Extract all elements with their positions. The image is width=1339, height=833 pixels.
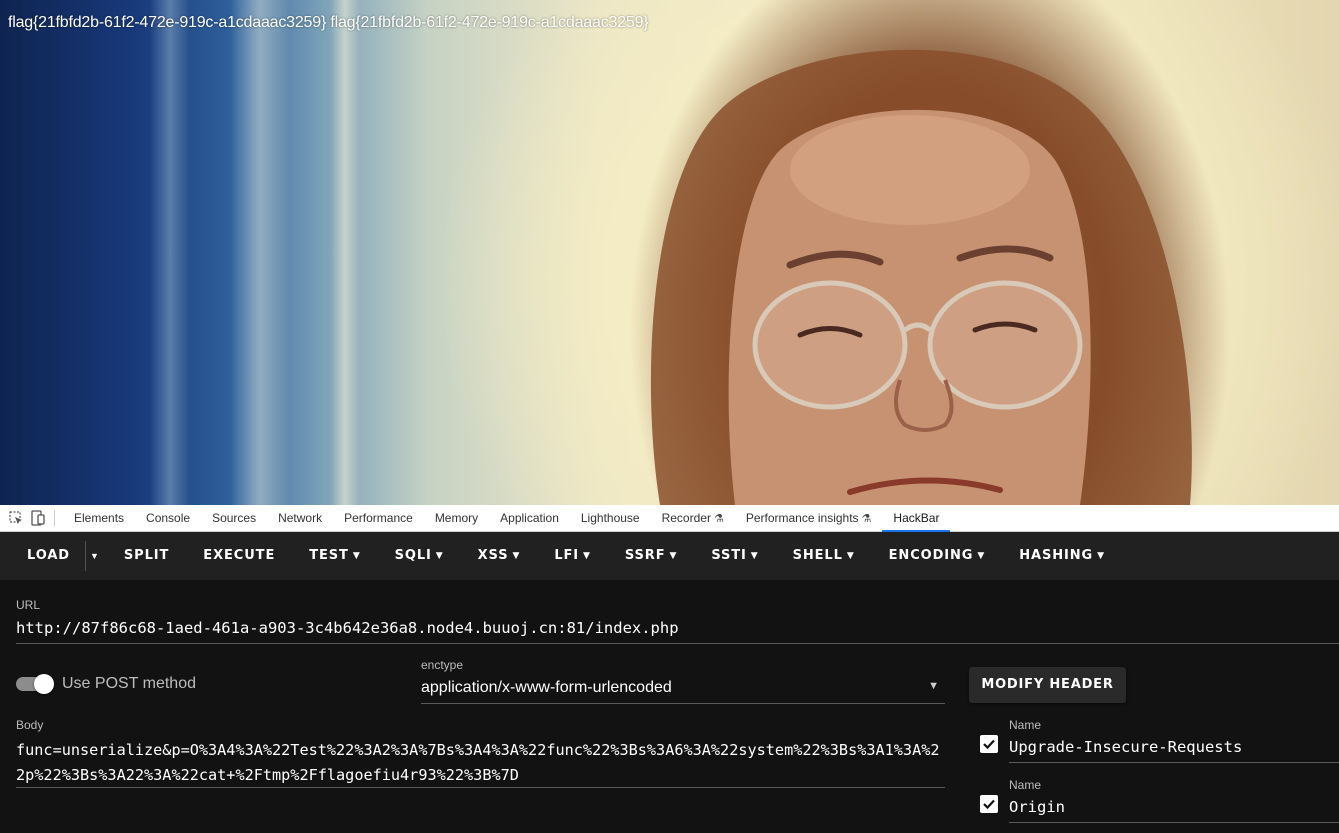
caret-down-icon: ▼ bbox=[512, 551, 521, 561]
header-name-input[interactable]: Origin bbox=[1009, 798, 1339, 823]
tab-label: Performance bbox=[344, 511, 413, 525]
checkmark-icon bbox=[983, 799, 995, 810]
menu-label: SQLI bbox=[394, 548, 432, 563]
caret-down-icon: ▼ bbox=[977, 551, 986, 561]
device-toolbar-icon[interactable] bbox=[28, 508, 48, 528]
menu-label: SSTI bbox=[711, 548, 747, 563]
caret-down-icon: ▼ bbox=[846, 551, 855, 561]
shell-menu-button[interactable]: SHELL ▼ bbox=[776, 532, 872, 580]
hashing-menu-button[interactable]: HASHING ▼ bbox=[1002, 532, 1122, 580]
caret-down-icon: ▼ bbox=[435, 551, 444, 561]
toolbar-divider bbox=[54, 510, 55, 526]
chevron-down-icon: ▼ bbox=[928, 680, 939, 692]
experiment-flask-icon: ⚗ bbox=[713, 513, 724, 525]
caret-down-icon: ▼ bbox=[1097, 551, 1105, 561]
url-label: URL bbox=[16, 598, 41, 612]
tab-recorder[interactable]: Recorder ⚗ bbox=[651, 505, 735, 531]
hackbar-panel: URL http://87f86c68-1aed-461a-a903-3c4b6… bbox=[0, 580, 1339, 833]
tab-console[interactable]: Console bbox=[135, 505, 201, 531]
tab-label: Lighthouse bbox=[580, 511, 640, 525]
header-name-label: Name bbox=[1009, 778, 1042, 792]
ssrf-menu-button[interactable]: SSRF ▼ bbox=[608, 532, 694, 580]
tab-application[interactable]: Application bbox=[489, 505, 570, 531]
tab-label: Performance insights bbox=[745, 511, 859, 525]
header-checkbox[interactable] bbox=[980, 735, 998, 753]
post-method-label: Use POST method bbox=[62, 675, 196, 692]
ssti-menu-button[interactable]: SSTI ▼ bbox=[694, 532, 775, 580]
encoding-menu-button[interactable]: ENCODING ▼ bbox=[872, 532, 1003, 580]
enctype-select[interactable]: application/x-www-form-urlencoded ▼ bbox=[421, 679, 945, 704]
menu-label: SHELL bbox=[792, 548, 843, 563]
toggle-knob bbox=[34, 674, 54, 694]
enctype-value: application/x-www-form-urlencoded bbox=[421, 679, 672, 696]
split-button[interactable]: SPLIT bbox=[107, 532, 186, 580]
url-input[interactable]: http://87f86c68-1aed-461a-a903-3c4b642e3… bbox=[16, 619, 1339, 644]
menu-label: XSS bbox=[477, 548, 509, 563]
hackbar-toolbar: LOAD ▼ SPLIT EXECUTE TEST ▼ SQLI ▼ XSS ▼ LFI ▼ S… bbox=[0, 532, 1339, 580]
experiment-flask-icon: ⚗ bbox=[861, 513, 872, 525]
caret-down-icon: ▼ bbox=[750, 551, 759, 561]
page-viewport: flag{21fbfd2b-61f2-472e-919c-a1cdaaac325… bbox=[0, 0, 1339, 505]
tab-sources[interactable]: Sources bbox=[201, 505, 267, 531]
tab-label: Elements bbox=[74, 511, 125, 525]
flag-text: flag{21fbfd2b-61f2-472e-919c-a1cdaaac325… bbox=[8, 14, 649, 31]
load-button[interactable]: LOAD bbox=[10, 532, 85, 580]
header-name-input[interactable]: Upgrade-Insecure-Requests bbox=[1009, 738, 1339, 763]
menu-label: ENCODING bbox=[888, 548, 974, 563]
modify-header-button[interactable]: MODIFY HEADER bbox=[969, 667, 1126, 703]
menu-label: LFI bbox=[554, 548, 580, 563]
tab-lighthouse[interactable]: Lighthouse bbox=[570, 505, 651, 531]
xss-menu-button[interactable]: XSS ▼ bbox=[461, 532, 538, 580]
body-label: Body bbox=[16, 718, 44, 732]
tab-label: Sources bbox=[212, 511, 257, 525]
tab-memory[interactable]: Memory bbox=[424, 505, 489, 531]
menu-label: HASHING bbox=[1019, 548, 1094, 563]
body-textarea[interactable]: func=unserialize&p=O%3A4%3A%22Test%22%3A… bbox=[16, 738, 945, 788]
tab-elements[interactable]: Elements bbox=[63, 505, 135, 531]
caret-down-icon: ▼ bbox=[583, 551, 591, 561]
inspect-element-icon[interactable] bbox=[6, 508, 26, 528]
tab-performance-insights[interactable]: Performance insights ⚗ bbox=[735, 505, 883, 531]
tab-performance[interactable]: Performance bbox=[333, 505, 424, 531]
tab-label: HackBar bbox=[893, 511, 940, 525]
execute-button[interactable]: EXECUTE bbox=[186, 532, 292, 580]
enctype-label: enctype bbox=[421, 658, 464, 672]
header-name-label: Name bbox=[1009, 718, 1042, 732]
checkmark-icon bbox=[983, 739, 995, 750]
header-checkbox[interactable] bbox=[980, 795, 998, 813]
load-dropdown-icon[interactable]: ▼ bbox=[86, 551, 107, 561]
lfi-menu-button[interactable]: LFI ▼ bbox=[537, 532, 608, 580]
tab-label: Memory bbox=[434, 511, 479, 525]
tab-label: Console bbox=[146, 511, 191, 525]
tab-hackbar[interactable]: HackBar bbox=[882, 505, 951, 532]
hackbar-menus: TEST ▼ SQLI ▼ XSS ▼ LFI ▼ SSRF ▼ SSTI ▼ SHELL ▼ ENCODI… bbox=[292, 532, 1122, 580]
caret-down-icon: ▼ bbox=[352, 551, 361, 561]
menu-label: TEST bbox=[309, 548, 349, 563]
tab-label: Recorder bbox=[661, 511, 711, 525]
test-menu-button[interactable]: TEST ▼ bbox=[292, 532, 377, 580]
caret-down-icon: ▼ bbox=[669, 551, 678, 561]
tab-label: Network bbox=[278, 511, 323, 525]
post-method-toggle[interactable] bbox=[16, 674, 54, 694]
tab-network[interactable]: Network bbox=[267, 505, 333, 531]
portrait-image bbox=[650, 49, 1192, 505]
menu-label: SSRF bbox=[624, 548, 666, 563]
sqli-menu-button[interactable]: SQLI ▼ bbox=[378, 532, 461, 580]
devtools-tabbar: Elements Console Sources Network Performance… bbox=[0, 505, 1339, 532]
devtools-tabs: Elements Console Sources Network Performance… bbox=[63, 505, 951, 532]
tab-label: Application bbox=[500, 511, 559, 525]
